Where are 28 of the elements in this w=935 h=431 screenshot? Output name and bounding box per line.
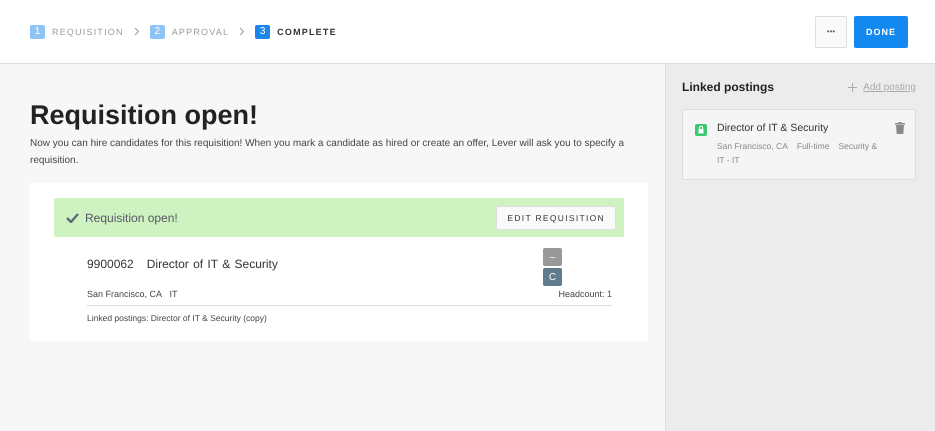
step-tab[interactable]: 1 REQUISITION [30,24,124,38]
edit-requisition-button[interactable]: EDIT REQUISITION [496,206,616,230]
checkmark-icon [66,212,79,222]
lock-icon [695,124,707,136]
sidebar-title: Linked postings [682,80,774,94]
status-badge: C [543,268,562,286]
headcount-text: Headcount: 1 [558,289,612,299]
banner-text: Requisition open! [85,210,179,224]
linked-postings-text: Linked postings: Director of IT & Security (copy) [87,313,268,323]
page-title: Requisition open! [30,100,259,131]
step-number: 1 [30,24,45,38]
step-number: 2 [150,24,165,38]
step-tab[interactable]: 2 APPROVAL [150,24,230,38]
chevron-right-icon [239,27,246,36]
requisition-title: 9900062 Director of IT & Security [87,257,278,273]
status-badge: – [543,248,562,266]
more-button[interactable]: ••• [815,16,847,48]
done-button[interactable]: DONE [854,16,908,48]
posting-card[interactable]: Director of IT & Security San Francisco, CA Full-time Security & IT - IT [682,109,916,180]
plus-icon [848,82,858,92]
step-number: 3 [255,24,270,38]
posting-title: Director of IT & Security [717,122,830,134]
trash-icon[interactable] [895,122,905,134]
step-tab[interactable]: 3 COMPLETE [255,24,337,38]
location-text: San Francisco, CA IT [87,289,178,299]
posting-meta-text: San Francisco, CA Full-time Security & IT - IT [717,140,878,167]
chevron-right-icon [134,27,140,36]
description-text: Now you can hire candidates for this requisition! When you mark a candidate as hired or create an offer, Lever will ask you to specify a requisition. [30,137,626,168]
